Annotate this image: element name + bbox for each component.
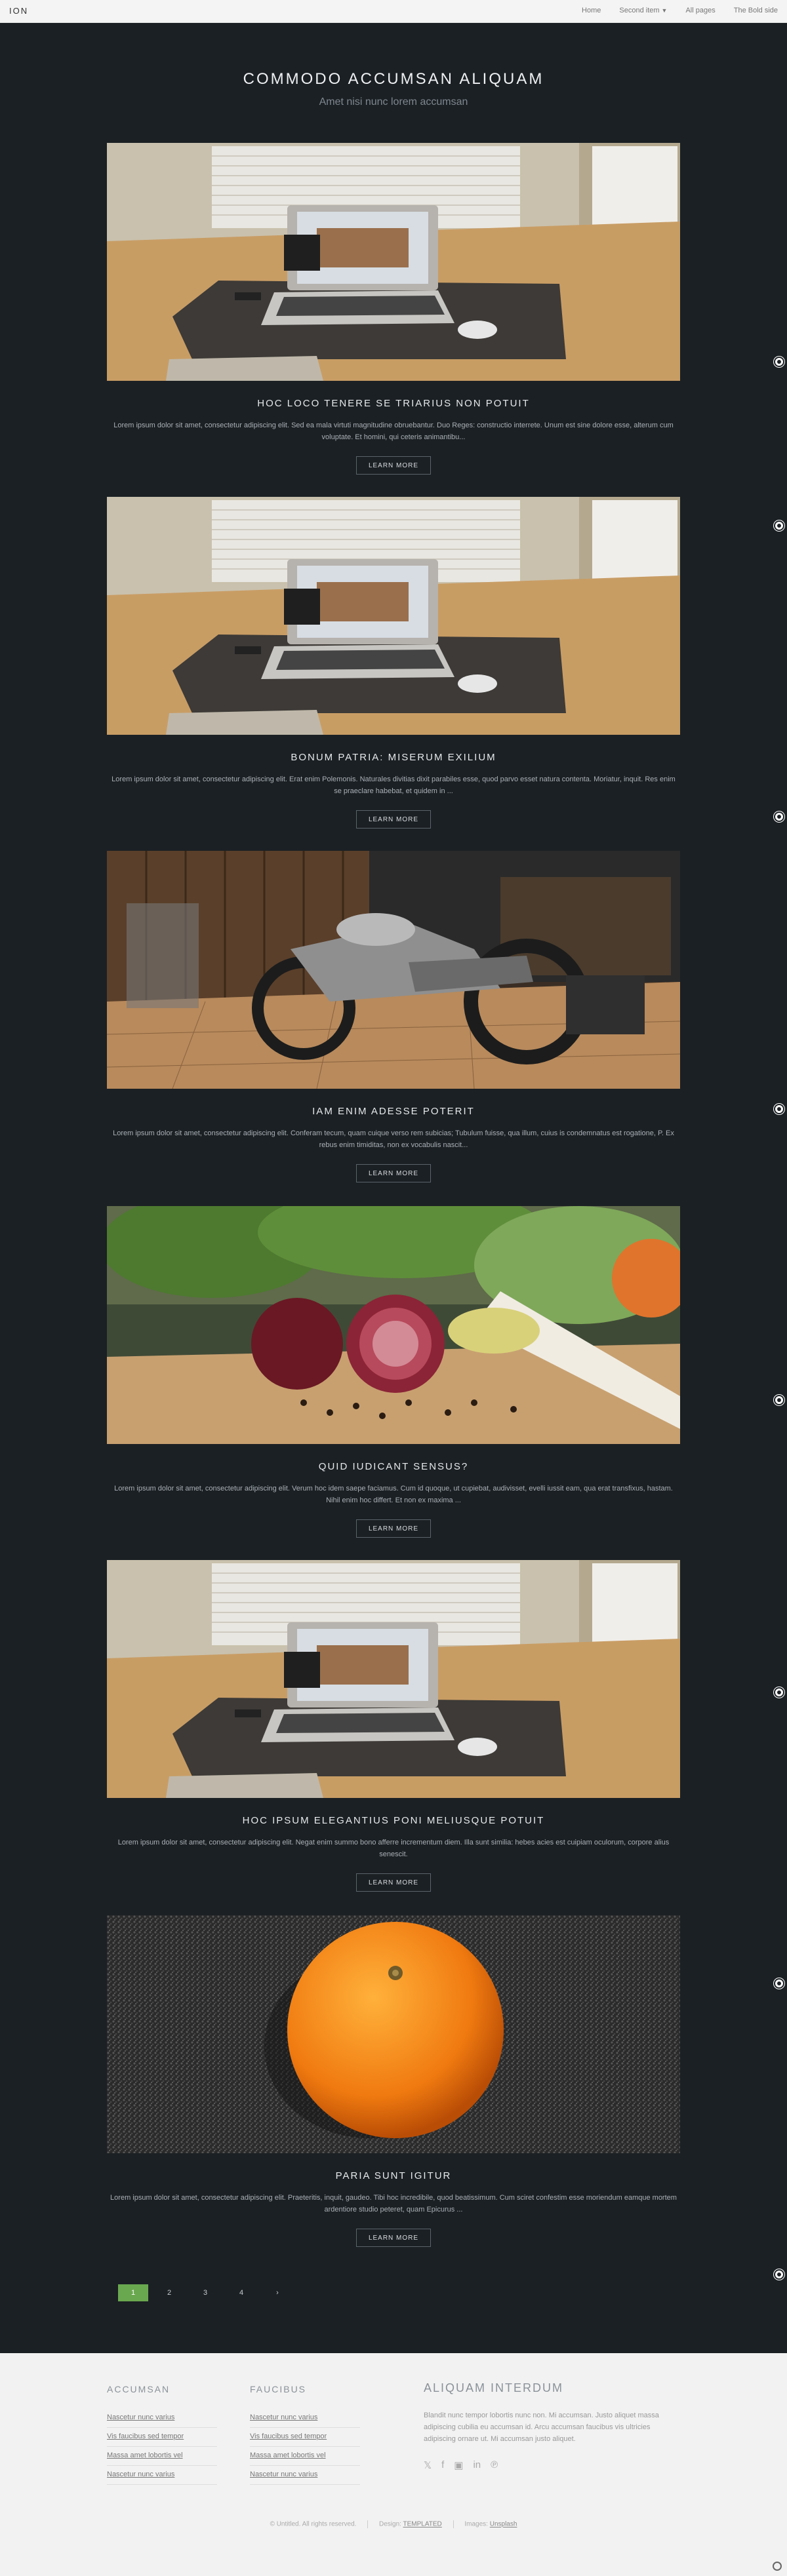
nav-home-link[interactable]: Home — [582, 7, 601, 14]
footer-link[interactable]: Massa amet lobortis vel — [107, 2447, 217, 2466]
page-title: COMMODO ACCUMSAN ALIQUAM — [243, 70, 544, 88]
images-credit-link[interactable]: Unsplash — [490, 2521, 517, 2528]
footer-link[interactable]: Nascetur nunc varius — [107, 2466, 217, 2485]
post-title: BONUM PATRIA: MISERUM EXILIUM — [291, 752, 496, 763]
section-nav-dot[interactable] — [774, 1687, 784, 1698]
post-excerpt: Lorem ipsum dolor sit amet, consectetur … — [114, 1485, 673, 1504]
main-nav: Home Second item ▼ All pages The Bold sid… — [582, 7, 778, 14]
footer-link[interactable]: Vis faucibus sed tempor — [107, 2428, 217, 2447]
section-nav-dot[interactable] — [774, 520, 784, 531]
section-nav-dot[interactable] — [774, 1395, 784, 1405]
page-1-button[interactable]: 1 — [118, 2284, 148, 2301]
section-nav-dot[interactable] — [774, 811, 784, 822]
footer-link[interactable]: Nascetur nunc varius — [250, 2466, 360, 2485]
pagination: 1 2 3 4 › — [118, 2284, 293, 2301]
learn-more-button[interactable]: LEARN MORE — [356, 2229, 431, 2247]
credits-divider — [453, 2520, 454, 2528]
footer: ACCUMSAN Nascetur nunc varius Vis faucib… — [0, 2353, 787, 2576]
nav-second-item-label: Second item — [619, 7, 660, 14]
post-card: HOC IPSUM ELEGANTIUS PONI MELIUSQUE POTU… — [107, 1560, 680, 1892]
linkedin-icon[interactable]: in — [473, 2459, 481, 2471]
footer-link[interactable]: Vis faucibus sed tempor — [250, 2428, 360, 2447]
learn-more-button[interactable]: LEARN MORE — [356, 1519, 431, 1538]
page-subtitle: Amet nisi nunc lorem accumsan — [319, 96, 468, 107]
footer-about-text: Blandit nunc tempor lobortis nunc non. M… — [424, 2411, 659, 2443]
post-card: HOC LOCO TENERE SE TRIARIUS NON POTUIT L… — [107, 143, 680, 475]
page-2-button[interactable]: 2 — [154, 2284, 184, 2301]
post-image-desk-laptop[interactable] — [107, 143, 680, 381]
settings-icon[interactable] — [773, 2562, 782, 2571]
learn-more-button[interactable]: LEARN MORE — [356, 810, 431, 829]
post-title: IAM ENIM ADESSE POTERIT — [312, 1106, 475, 1117]
section-nav-dot[interactable] — [774, 2269, 784, 2280]
post-card: QUID IUDICANT SENSUS? Lorem ipsum dolor … — [107, 1206, 680, 1538]
footer-about: ALIQUAM INTERDUM Blandit nunc tempor lob… — [424, 2381, 673, 2471]
social-links: 𝕏 f ▣ in ℗ — [424, 2459, 673, 2471]
nav-bold-side-link[interactable]: The Bold side — [734, 7, 778, 14]
design-credit-link[interactable]: TEMPLATED — [403, 2521, 442, 2528]
learn-more-button[interactable]: LEARN MORE — [356, 1873, 431, 1892]
top-navbar: ION Home Second item ▼ All pages The Bold… — [0, 0, 787, 23]
post-title: QUID IUDICANT SENSUS? — [318, 1461, 469, 1472]
post-image-vegetables[interactable] — [107, 1206, 680, 1444]
post-excerpt: Lorem ipsum dolor sit amet, consectetur … — [113, 421, 674, 441]
copyright-text: © Untitled. All rights reserved. — [270, 2520, 357, 2528]
twitter-icon[interactable]: 𝕏 — [424, 2459, 432, 2471]
post-image-orange[interactable] — [107, 1915, 680, 2153]
nav-second-item-link[interactable]: Second item ▼ — [619, 7, 667, 14]
learn-more-button[interactable]: LEARN MORE — [356, 1164, 431, 1182]
footer-link[interactable]: Nascetur nunc varius — [250, 2409, 360, 2428]
section-nav-dot[interactable] — [774, 357, 784, 367]
post-excerpt: Lorem ipsum dolor sit amet, consectetur … — [111, 775, 676, 795]
post-card: IAM ENIM ADESSE POTERIT Lorem ipsum dolo… — [107, 851, 680, 1182]
section-nav-dot[interactable] — [774, 1978, 784, 1989]
page-4-button[interactable]: 4 — [226, 2284, 256, 2301]
post-image-motorcycle[interactable] — [107, 851, 680, 1089]
section-nav-dot[interactable] — [774, 1104, 784, 1114]
footer-about-heading: ALIQUAM INTERDUM — [424, 2381, 564, 2394]
footer-link[interactable]: Massa amet lobortis vel — [250, 2447, 360, 2466]
images-label: Images: — [464, 2520, 488, 2528]
credits-divider — [367, 2520, 369, 2528]
footer-column-faucibus: FAUCIBUS Nascetur nunc varius Vis faucib… — [250, 2384, 360, 2485]
post-title: HOC LOCO TENERE SE TRIARIUS NON POTUIT — [257, 398, 530, 409]
design-label: Design: — [379, 2520, 401, 2528]
post-title: PARIA SUNT IGITUR — [335, 2170, 452, 2181]
post-card: PARIA SUNT IGITUR Lorem ipsum dolor sit … — [107, 1915, 680, 2247]
pinterest-icon[interactable]: ℗ — [491, 2459, 498, 2471]
site-logo[interactable]: ION — [9, 6, 28, 16]
post-excerpt: Lorem ipsum dolor sit amet, consectetur … — [110, 2194, 677, 2214]
footer-credits: © Untitled. All rights reserved. Design:… — [0, 2520, 787, 2528]
post-title: HOC IPSUM ELEGANTIUS PONI MELIUSQUE POTU… — [242, 1815, 545, 1826]
chevron-down-icon: ▼ — [661, 7, 668, 14]
footer-heading: FAUCIBUS — [250, 2384, 307, 2394]
footer-heading: ACCUMSAN — [107, 2384, 171, 2394]
post-excerpt: Lorem ipsum dolor sit amet, consectetur … — [113, 1129, 674, 1149]
post-excerpt: Lorem ipsum dolor sit amet, consectetur … — [117, 1839, 670, 1858]
nav-all-pages-link[interactable]: All pages — [685, 7, 715, 14]
post-image-desk-laptop[interactable] — [107, 497, 680, 735]
post-card: BONUM PATRIA: MISERUM EXILIUM Lorem ipsu… — [107, 497, 680, 829]
page-3-button[interactable]: 3 — [190, 2284, 220, 2301]
next-page-button[interactable]: › — [262, 2284, 293, 2301]
post-image-desk-laptop[interactable] — [107, 1560, 680, 1798]
footer-link[interactable]: Nascetur nunc varius — [107, 2409, 217, 2428]
instagram-icon[interactable]: ▣ — [454, 2459, 463, 2471]
learn-more-button[interactable]: LEARN MORE — [356, 456, 431, 475]
footer-column-accumsan: ACCUMSAN Nascetur nunc varius Vis faucib… — [107, 2384, 217, 2485]
facebook-icon[interactable]: f — [441, 2459, 444, 2471]
